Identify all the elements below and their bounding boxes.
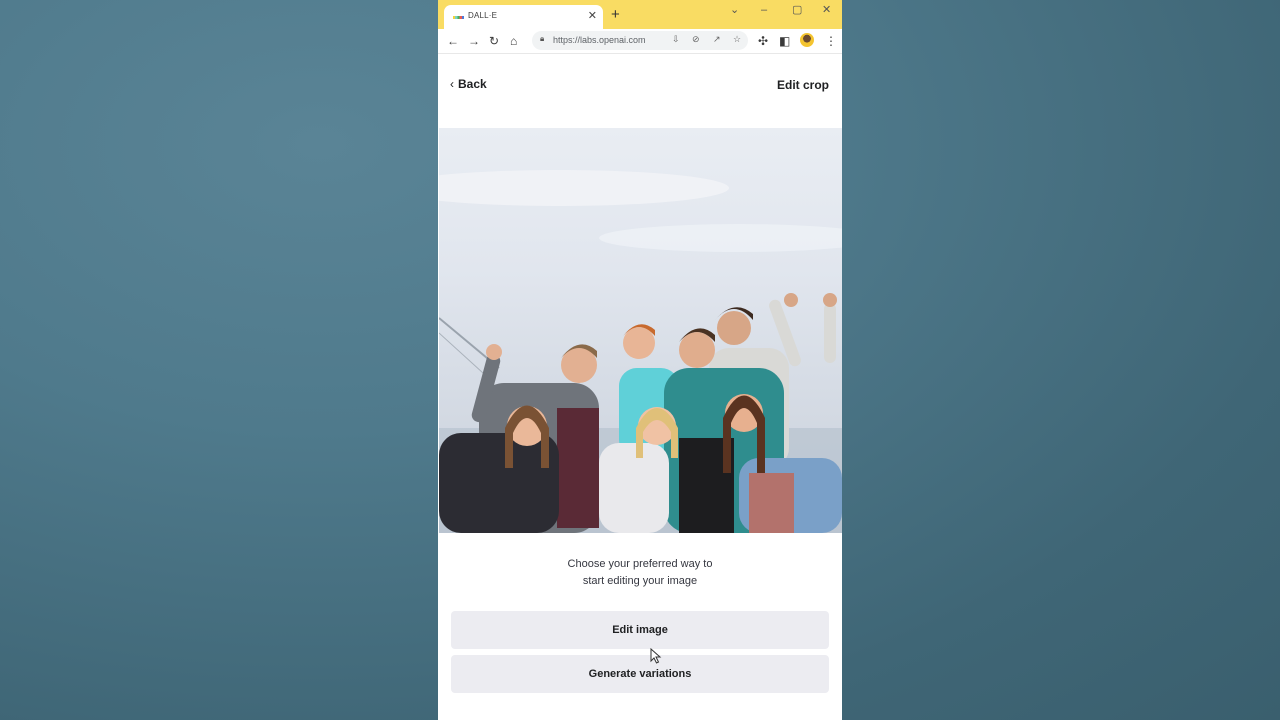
mouse-cursor-icon (650, 648, 662, 664)
lock-icon: 🔒︎ (540, 34, 545, 43)
minimize-icon[interactable]: – (761, 3, 767, 17)
home-icon[interactable]: ⌂ (510, 33, 517, 49)
side-panel-icon[interactable]: ◧ (779, 33, 790, 49)
tab-title: DALL·E (468, 11, 498, 20)
share-icon[interactable]: ↗ (713, 34, 721, 45)
dalle-favicon-icon (453, 16, 464, 19)
browser-toolbar: ← → ↻ ⌂ 🔒︎ https://labs.openai.com ⇩ ⊘ ↗… (438, 29, 842, 54)
back-label: Back (458, 77, 487, 91)
close-window-icon[interactable]: ✕ (822, 3, 831, 17)
url-text: https://labs.openai.com (553, 35, 646, 45)
tab-strip: DALL·E ✕ + ⌄ – ▢ ✕ (438, 0, 842, 29)
chevron-left-icon: ‹ (450, 77, 454, 91)
generate-variations-button[interactable]: Generate variations (451, 655, 829, 693)
install-app-icon[interactable]: ⇩ (672, 34, 680, 45)
prompt-line-1: Choose your preferred way to (567, 558, 713, 570)
back-link[interactable]: ‹ Back (450, 77, 487, 91)
prompt-line-2: start editing your image (582, 575, 698, 587)
profile-avatar[interactable] (800, 33, 814, 47)
group-photo-illustration (439, 170, 842, 533)
edit-image-button[interactable]: Edit image (451, 611, 829, 649)
browser-window: DALL·E ✕ + ⌄ – ▢ ✕ ← → ↻ ⌂ 🔒︎ https://la… (438, 0, 842, 720)
edit-choice-prompt: Choose your preferred way to start editi… (438, 556, 842, 590)
back-arrow-icon[interactable]: ← (447, 33, 459, 49)
tab-close-icon[interactable]: ✕ (588, 9, 597, 23)
uploaded-photo (439, 128, 842, 533)
tab-search-chevron-icon[interactable]: ⌄ (730, 3, 739, 17)
maximize-icon[interactable]: ▢ (792, 3, 802, 17)
tab-dalle[interactable]: DALL·E ✕ (444, 5, 603, 29)
kebab-menu-icon[interactable]: ⋮ (825, 33, 837, 49)
edit-crop-link[interactable]: Edit crop (777, 78, 829, 92)
bookmark-star-icon[interactable]: ☆ (733, 34, 741, 45)
eye-off-icon[interactable]: ⊘ (692, 34, 700, 45)
new-tab-button[interactable]: + (611, 7, 620, 22)
forward-arrow-icon[interactable]: → (468, 33, 480, 49)
extensions-puzzle-icon[interactable]: ✣ (758, 33, 768, 49)
reload-icon[interactable]: ↻ (489, 33, 499, 49)
address-bar[interactable]: 🔒︎ https://labs.openai.com ⇩ ⊘ ↗ ☆ (532, 31, 748, 50)
